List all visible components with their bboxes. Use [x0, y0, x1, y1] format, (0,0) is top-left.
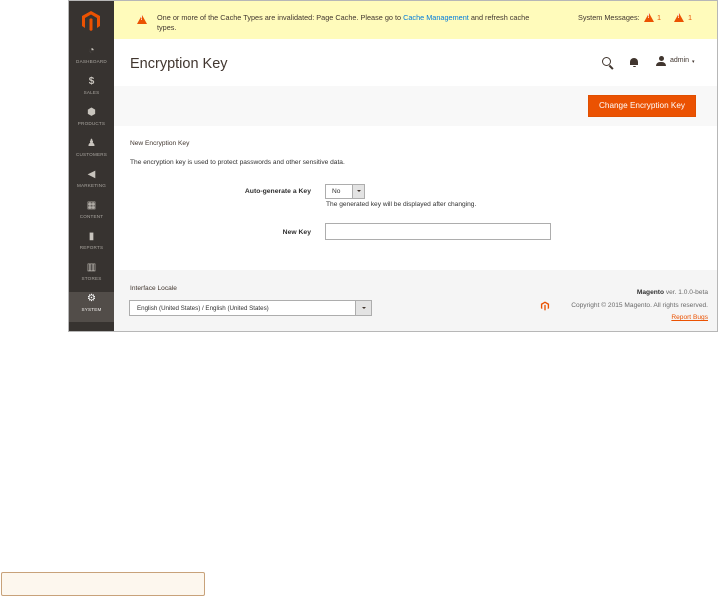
bar-chart-icon: ▮ [88, 231, 95, 242]
system-message-text: One or more of the Cache Types are inval… [157, 13, 530, 32]
critical-warning-icon[interactable] [674, 13, 684, 22]
sidebar-item-label: CONTENT [79, 214, 104, 219]
sidebar-item-label: MARKETING [76, 183, 107, 188]
chevron-down-icon [355, 301, 371, 315]
sidebar-item-content[interactable]: ▦ CONTENT [69, 199, 114, 229]
major-message-count[interactable]: 1 [657, 13, 661, 22]
sidebar-item-label: SALES [83, 90, 100, 95]
admin-user-menu[interactable]: admin [670, 57, 689, 64]
sidebar-item-label: PRODUCTS [77, 121, 106, 126]
megaphone-icon: ◀ [87, 169, 96, 180]
sidebar-item-sales[interactable]: $ SALES [69, 75, 114, 105]
major-warning-icon[interactable] [644, 13, 654, 22]
sidebar-item-customers[interactable]: ♟ CUSTOMERS [69, 137, 114, 167]
content-icon: ▦ [86, 200, 97, 211]
sidebar-item-reports[interactable]: ▮ REPORTS [69, 230, 114, 260]
report-bugs-link[interactable]: Report Bugs [671, 314, 708, 321]
fieldset-note: The encryption key is used to protect pa… [130, 159, 345, 166]
critical-message-count[interactable]: 1 [688, 13, 692, 22]
fieldset-title: New Encryption Key [130, 140, 190, 147]
copyright-text: Copyright © 2015 Magento. All rights res… [571, 302, 708, 309]
auto-generate-select[interactable]: No [325, 184, 365, 199]
gear-icon: ⚙ [87, 293, 96, 304]
dashboard-icon: ◔ [88, 45, 95, 56]
admin-window: ◔ DASHBOARD $ SALES ⬢ PRODUCTS ♟ CUSTOME… [68, 0, 718, 332]
system-message-bar: One or more of the Cache Types are inval… [114, 1, 717, 39]
auto-generate-value: No [332, 188, 341, 195]
sidebar-item-dashboard[interactable]: ◔ DASHBOARD [69, 44, 114, 74]
sidebar-item-label: STORES [81, 276, 102, 281]
store-icon: ▥ [86, 262, 97, 273]
change-encryption-key-button[interactable]: Change Encryption Key [588, 95, 696, 117]
sidebar-item-label: CUSTOMERS [75, 152, 108, 157]
interface-locale-value: English (United States) / English (Unite… [137, 304, 269, 312]
cube-icon: ⬢ [87, 107, 96, 118]
sidebar-item-stores[interactable]: ▥ STORES [69, 261, 114, 291]
sidebar-item-label: SYSTEM [81, 307, 102, 312]
sidebar-item-label: REPORTS [79, 245, 104, 250]
notifications-bell-icon[interactable] [630, 58, 638, 67]
chevron-down-icon[interactable]: ▾ [692, 59, 695, 65]
new-key-input[interactable] [325, 223, 551, 240]
person-icon: ♟ [87, 138, 96, 149]
system-messages-label[interactable]: System Messages: [578, 13, 640, 22]
chevron-down-icon [352, 185, 364, 198]
interface-locale-label: Interface Locale [130, 285, 177, 292]
sidebar-item-products[interactable]: ⬢ PRODUCTS [69, 106, 114, 136]
version-info: Magento ver. 1.0.0-beta [637, 289, 708, 296]
magento-logo[interactable] [80, 10, 102, 32]
warning-icon [137, 15, 147, 24]
page-title: Encryption Key [130, 56, 228, 72]
interface-locale-select[interactable]: English (United States) / English (Unite… [129, 300, 372, 316]
user-icon[interactable] [656, 56, 666, 66]
dollar-icon: $ [88, 76, 95, 87]
auto-generate-label: Auto-generate a Key [244, 188, 311, 195]
magento-logo [540, 301, 550, 311]
version-number: ver. 1.0.0-beta [664, 289, 708, 296]
bottom-bar [1, 572, 205, 596]
cache-management-link[interactable]: Cache Management [403, 13, 469, 22]
sidebar-item-system[interactable]: ⚙ SYSTEM [69, 292, 114, 322]
auto-generate-note: The generated key will be displayed afte… [326, 201, 477, 208]
sidebar-item-marketing[interactable]: ◀ MARKETING [69, 168, 114, 198]
search-icon[interactable] [602, 57, 611, 66]
sidebar-item-label: DASHBOARD [76, 59, 107, 64]
sidebar: ◔ DASHBOARD $ SALES ⬢ PRODUCTS ♟ CUSTOME… [69, 1, 114, 331]
new-key-label: New Key [282, 229, 311, 236]
brand-name: Magento [636, 289, 664, 296]
